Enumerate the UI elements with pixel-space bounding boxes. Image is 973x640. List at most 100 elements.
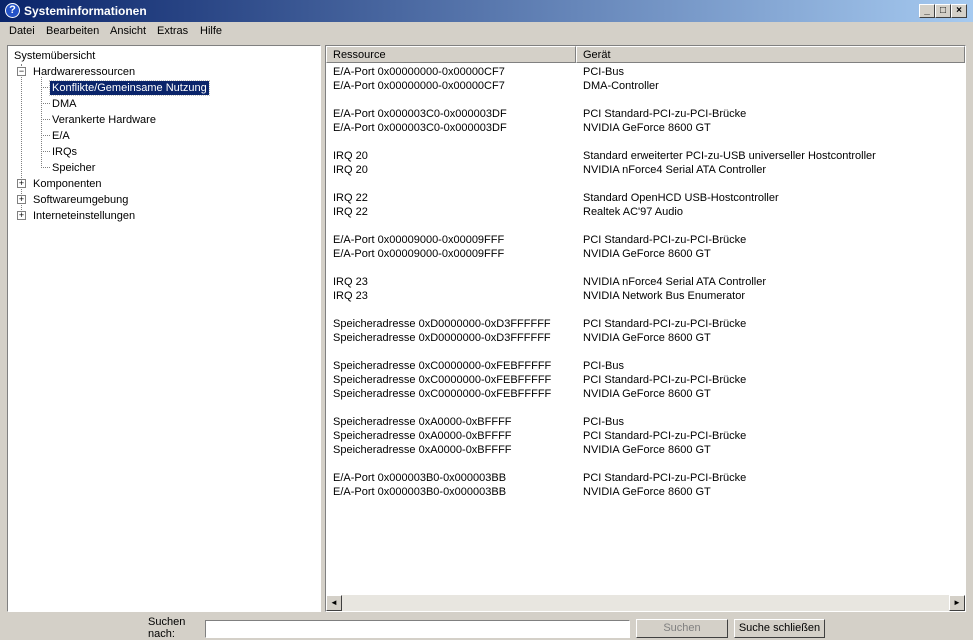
- tree-item-speicher[interactable]: Speicher: [52, 161, 95, 175]
- menu-bar: Datei Bearbeiten Ansicht Extras Hilfe: [0, 22, 973, 42]
- tree-connector: [41, 77, 42, 168]
- menu-hilfe[interactable]: Hilfe: [200, 25, 222, 37]
- expand-toggle-softwareumgebung[interactable]: +: [17, 195, 26, 204]
- device-cell: NVIDIA GeForce 8600 GT: [583, 122, 711, 134]
- resource-cell: Speicheradresse 0xC0000000-0xFEBFFFFF: [333, 360, 552, 372]
- device-cell: PCI Standard-PCI-zu-PCI-Brücke: [583, 318, 747, 330]
- device-cell: PCI Standard-PCI-zu-PCI-Brücke: [583, 430, 747, 442]
- list-item[interactable]: E/A-Port 0x000003C0-0x000003DF PCI Standa…: [326, 107, 965, 121]
- list-item[interactable]: Speicheradresse 0xA0000-0xBFFFF PCI Stand…: [326, 429, 965, 443]
- device-cell: PCI-Bus: [583, 66, 624, 78]
- device-cell: Realtek AC'97 Audio: [583, 206, 683, 218]
- list-item[interactable]: IRQ 22 Realtek AC'97 Audio: [326, 205, 965, 219]
- resource-cell: IRQ 23: [333, 276, 368, 288]
- list-item[interactable]: Speicheradresse 0xD0000000-0xD3FFFFFF PCI…: [326, 317, 965, 331]
- search-button[interactable]: Suchen: [636, 619, 728, 638]
- list-item[interactable]: Speicheradresse 0xC0000000-0xFEBFFFFF PCI…: [326, 373, 965, 387]
- list-item[interactable]: E/A-Port 0x000003B0-0x000003BB PCI Standa…: [326, 471, 965, 485]
- expand-toggle-interneteinstellungen[interactable]: +: [17, 211, 26, 220]
- column-header-geraet[interactable]: Gerät: [576, 46, 965, 63]
- tree-connector: [21, 64, 22, 214]
- tree-connector: [41, 151, 50, 152]
- list-item[interactable]: [326, 303, 965, 317]
- device-cell: PCI Standard-PCI-zu-PCI-Brücke: [583, 108, 747, 120]
- tree-item-komponenten[interactable]: Komponenten: [33, 177, 102, 191]
- menu-datei[interactable]: Datei: [9, 25, 35, 37]
- list-item[interactable]: E/A-Port 0x00000000-0x00000CF7 DMA-Contro…: [326, 79, 965, 93]
- list-item[interactable]: [326, 457, 965, 471]
- list-item[interactable]: [326, 345, 965, 359]
- list-item[interactable]: E/A-Port 0x000003B0-0x000003BB NVIDIA GeF…: [326, 485, 965, 499]
- device-cell: NVIDIA GeForce 8600 GT: [583, 444, 711, 456]
- tree-item-hardwareressourcen[interactable]: Hardwareressourcen: [33, 65, 135, 79]
- resource-cell: IRQ 22: [333, 206, 368, 218]
- menu-ansicht[interactable]: Ansicht: [110, 25, 146, 37]
- search-label: Suchen nach:: [148, 616, 186, 640]
- tree-connector: [41, 103, 50, 104]
- list-item[interactable]: Speicheradresse 0xD0000000-0xD3FFFFFF NVI…: [326, 331, 965, 345]
- collapse-toggle-hardwareressourcen[interactable]: −: [17, 67, 26, 76]
- list-item[interactable]: E/A-Port 0x000003C0-0x000003DF NVIDIA GeF…: [326, 121, 965, 135]
- list-item[interactable]: Speicheradresse 0xA0000-0xBFFFF PCI-Bus: [326, 415, 965, 429]
- resource-cell: E/A-Port 0x000003B0-0x000003BB: [333, 472, 507, 484]
- list-item[interactable]: Speicheradresse 0xC0000000-0xFEBFFFFF PCI…: [326, 359, 965, 373]
- device-cell: PCI Standard-PCI-zu-PCI-Brücke: [583, 472, 747, 484]
- list-item[interactable]: E/A-Port 0x00009000-0x00009FFF NVIDIA GeF…: [326, 247, 965, 261]
- resource-cell: Speicheradresse 0xA0000-0xBFFFF: [333, 444, 512, 456]
- list-item[interactable]: IRQ 20 Standard erweiterter PCI-zu-USB un…: [326, 149, 965, 163]
- column-header-ressource[interactable]: Ressource: [326, 46, 576, 63]
- resource-list[interactable]: Ressource Gerät E/A-Port 0x00000000-0x00…: [325, 45, 966, 612]
- list-item[interactable]: IRQ 22 Standard OpenHCD USB-Hostcontrolle…: [326, 191, 965, 205]
- list-item[interactable]: [326, 177, 965, 191]
- device-cell: Standard erweiterter PCI-zu-USB universe…: [583, 150, 876, 162]
- close-search-button[interactable]: Suche schließen: [734, 619, 825, 638]
- list-item[interactable]: [326, 135, 965, 149]
- device-cell: NVIDIA Network Bus Enumerator: [583, 290, 746, 302]
- list-item[interactable]: [326, 261, 965, 275]
- search-input[interactable]: [205, 620, 630, 638]
- menu-extras[interactable]: Extras: [157, 25, 188, 37]
- device-cell: Standard OpenHCD USB-Hostcontroller: [583, 192, 779, 204]
- list-item[interactable]: IRQ 20 NVIDIA nForce4 Serial ATA Controll…: [326, 163, 965, 177]
- resource-cell: E/A-Port 0x00009000-0x00009FFF: [333, 248, 505, 260]
- category-tree[interactable]: Systemübersicht − Hardwareressourcen Kon…: [7, 45, 321, 612]
- tree-connector: [41, 135, 50, 136]
- resource-cell: E/A-Port 0x000003C0-0x000003DF: [333, 122, 507, 134]
- minimize-button[interactable]: _: [919, 4, 935, 18]
- list-item[interactable]: IRQ 23 NVIDIA Network Bus Enumerator: [326, 289, 965, 303]
- tree-item-softwareumgebung[interactable]: Softwareumgebung: [33, 193, 128, 207]
- device-cell: NVIDIA GeForce 8600 GT: [583, 248, 711, 260]
- list-item[interactable]: E/A-Port 0x00000000-0x00000CF7 PCI-Bus: [326, 65, 965, 79]
- close-button[interactable]: ×: [951, 4, 967, 18]
- tree-item-ea[interactable]: E/A: [52, 129, 70, 143]
- device-cell: NVIDIA GeForce 8600 GT: [583, 486, 711, 498]
- title-bar[interactable]: ? Systeminformationen _ □ ×: [0, 0, 973, 22]
- resource-cell: Speicheradresse 0xA0000-0xBFFFF: [333, 430, 512, 442]
- tree-item-interneteinstellungen[interactable]: Interneteinstellungen: [33, 209, 135, 223]
- tree-item-irqs[interactable]: IRQs: [52, 145, 77, 159]
- list-item[interactable]: [326, 401, 965, 415]
- resource-cell: IRQ 20: [333, 150, 368, 162]
- list-item[interactable]: Speicheradresse 0xA0000-0xBFFFF NVIDIA Ge…: [326, 443, 965, 457]
- menu-bearbeiten[interactable]: Bearbeiten: [46, 25, 99, 37]
- horizontal-scrollbar[interactable]: ◄ ►: [326, 595, 965, 611]
- list-item[interactable]: [326, 219, 965, 233]
- list-item[interactable]: [326, 93, 965, 107]
- maximize-button[interactable]: □: [935, 4, 951, 18]
- system-info-icon[interactable]: ?: [5, 3, 20, 18]
- resource-cell: Speicheradresse 0xA0000-0xBFFFF: [333, 416, 512, 428]
- scroll-right-icon[interactable]: ►: [949, 595, 965, 611]
- tree-item-verankerte-hardware[interactable]: Verankerte Hardware: [52, 113, 156, 127]
- list-item[interactable]: IRQ 23 NVIDIA nForce4 Serial ATA Controll…: [326, 275, 965, 289]
- list-item[interactable]: E/A-Port 0x00009000-0x00009FFF PCI Standa…: [326, 233, 965, 247]
- expand-toggle-komponenten[interactable]: +: [17, 179, 26, 188]
- tree-item-systemuebersicht[interactable]: Systemübersicht: [14, 49, 95, 63]
- resource-cell: IRQ 22: [333, 192, 368, 204]
- scroll-left-icon[interactable]: ◄: [326, 595, 342, 611]
- resource-cell: E/A-Port 0x00009000-0x00009FFF: [333, 234, 505, 246]
- device-cell: PCI Standard-PCI-zu-PCI-Brücke: [583, 234, 747, 246]
- list-item[interactable]: Speicheradresse 0xC0000000-0xFEBFFFFF NVI…: [326, 387, 965, 401]
- device-cell: NVIDIA GeForce 8600 GT: [583, 388, 711, 400]
- tree-item-dma[interactable]: DMA: [52, 97, 76, 111]
- tree-item-konflikte[interactable]: Konflikte/Gemeinsame Nutzung: [49, 80, 210, 96]
